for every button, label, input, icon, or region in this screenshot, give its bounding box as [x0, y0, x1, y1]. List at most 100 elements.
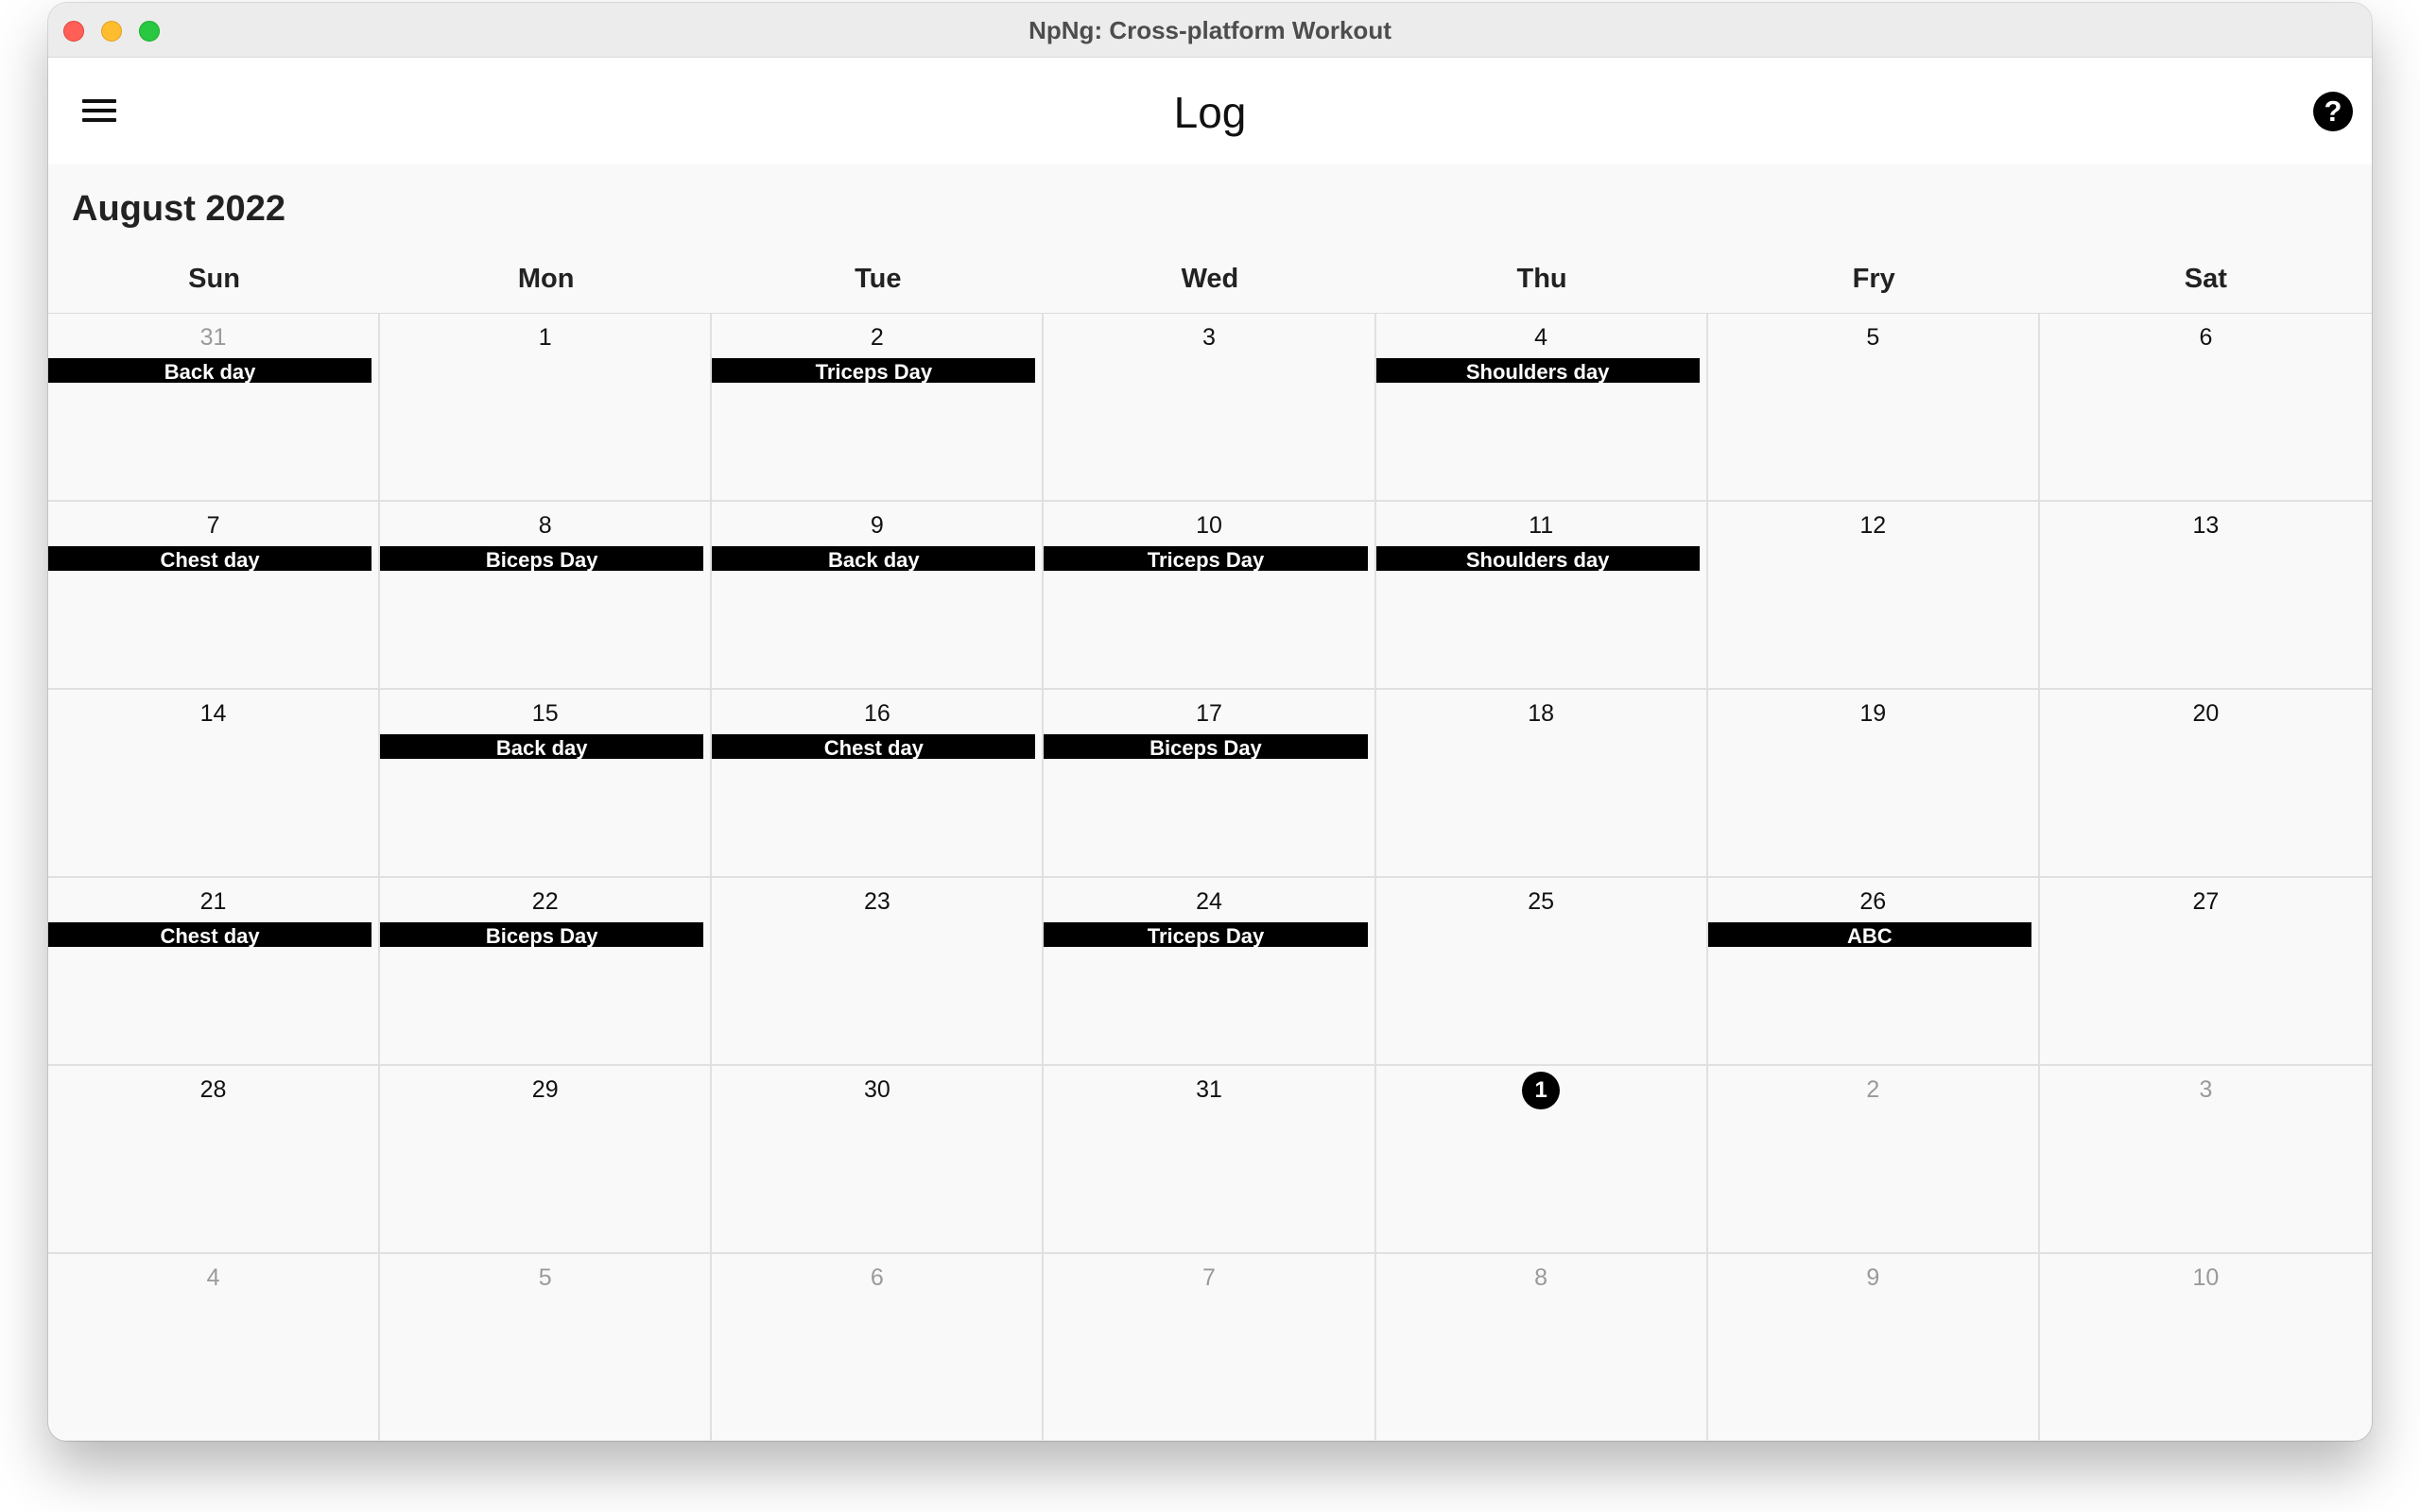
workout-event[interactable]: Biceps Day — [380, 546, 704, 571]
calendar-day-cell[interactable]: 21 Chest day — [48, 878, 381, 1066]
day-number: 6 — [870, 1264, 884, 1291]
calendar-day-cell[interactable]: 14 — [48, 690, 381, 878]
calendar-day-cell[interactable]: 26 ABC — [1707, 878, 2040, 1066]
day-number: 27 — [2192, 888, 2220, 915]
calendar-day-cell[interactable]: 10 Triceps Day — [1044, 502, 1376, 690]
calendar-day-cell[interactable]: 15 Back day — [380, 690, 713, 878]
calendar-day-cell[interactable]: 5 — [1707, 314, 2040, 502]
calendar-day-cell[interactable]: 1 — [380, 314, 713, 502]
day-number: 11 — [1529, 512, 1554, 539]
calendar-day-cell[interactable]: 13 — [2039, 502, 2372, 690]
page-title: Log — [1173, 88, 1247, 137]
hamburger-menu-icon[interactable] — [82, 94, 120, 128]
day-number: 31 — [1196, 1076, 1222, 1103]
calendar-day-cell[interactable]: 9 — [1707, 1254, 2040, 1441]
calendar-day-cell[interactable]: 18 — [1375, 690, 1708, 878]
workout-event[interactable]: Shoulders day — [1375, 358, 1700, 383]
day-number: 2 — [1866, 1076, 1880, 1103]
workout-event[interactable]: Triceps Day — [712, 358, 1036, 383]
weekday-label: Fry — [1852, 264, 1895, 294]
calendar-day-cell[interactable]: 9 Back day — [712, 502, 1045, 690]
day-number: 24 — [1196, 888, 1222, 915]
calendar-day-cell[interactable]: 6 — [2039, 314, 2372, 502]
day-number: 23 — [863, 888, 890, 915]
calendar-day-cell[interactable]: 28 — [48, 1066, 381, 1254]
day-number: 25 — [1528, 888, 1555, 915]
day-number: 10 — [1196, 512, 1222, 539]
calendar-day-cell[interactable]: 12 — [1707, 502, 2040, 690]
weekday-label: Thu — [1516, 264, 1567, 294]
workout-event[interactable]: Biceps Day — [1044, 734, 1368, 759]
calendar-day-cell[interactable]: 22 Biceps Day — [380, 878, 713, 1066]
calendar-day-cell[interactable]: 4 Shoulders day — [1375, 314, 1708, 502]
workout-event[interactable]: Triceps Day — [1044, 546, 1368, 571]
day-number: 8 — [1534, 1264, 1548, 1291]
calendar-day-cell[interactable]: 2 — [1707, 1066, 2040, 1254]
calendar-day-cell[interactable]: 8 Biceps Day — [380, 502, 713, 690]
weekday-label: Sat — [2184, 264, 2227, 294]
workout-event[interactable]: Chest day — [712, 734, 1036, 759]
weekday-header: Sun Mon Tue Wed Thu Fry Sat — [48, 258, 2372, 315]
app-window: NpNg: Cross-platform Workout Log ? Augus… — [48, 3, 2372, 1441]
calendar-day-cell[interactable]: 11 Shoulders day — [1375, 502, 1708, 690]
calendar-day-cell[interactable]: 20 — [2039, 690, 2372, 878]
day-number: 30 — [863, 1076, 890, 1103]
weekday-label: Tue — [855, 264, 902, 294]
day-number: 6 — [2199, 324, 2213, 351]
calendar-day-cell[interactable]: 7 Chest day — [48, 502, 381, 690]
calendar-day-cell[interactable]: 3 — [2039, 1066, 2372, 1254]
day-number: 9 — [870, 512, 884, 539]
day-number: 9 — [1866, 1264, 1880, 1291]
calendar-day-cell[interactable]: 5 — [380, 1254, 713, 1441]
calendar-day-cell[interactable]: 31 — [1044, 1066, 1376, 1254]
calendar-day-cell[interactable]: 17 Biceps Day — [1044, 690, 1376, 878]
calendar-day-cell[interactable]: 10 — [2039, 1254, 2372, 1441]
question-mark-icon[interactable]: ? — [2313, 92, 2353, 131]
calendar-day-cell[interactable]: 2 Triceps Day — [712, 314, 1045, 502]
calendar-day-cell[interactable]: 19 — [1707, 690, 2040, 878]
calendar-day-cell[interactable]: 29 — [380, 1066, 713, 1254]
calendar-day-cell[interactable]: 27 — [2039, 878, 2372, 1066]
calendar-day-cell[interactable]: 3 — [1044, 314, 1376, 502]
calendar-day-cell[interactable]: 24 Triceps Day — [1044, 878, 1376, 1066]
day-number: 15 — [531, 700, 559, 727]
day-number: 13 — [2192, 512, 2220, 539]
workout-event[interactable]: Back day — [712, 546, 1036, 571]
calendar-grid: 31 Back day 1 2 Triceps Day 3 4 Shoulders day 5 6… — [48, 313, 2372, 1441]
calendar-day-cell[interactable]: 7 — [1044, 1254, 1376, 1441]
calendar-day-cell[interactable]: 30 — [712, 1066, 1045, 1254]
day-number: 8 — [538, 512, 552, 539]
calendar-day-cell[interactable]: 1 — [1375, 1066, 1708, 1254]
calendar-day-cell[interactable]: 4 — [48, 1254, 381, 1441]
day-number: 28 — [199, 1076, 227, 1103]
day-number: 3 — [1202, 324, 1216, 351]
day-number: 4 — [1534, 324, 1548, 351]
day-number: 12 — [1859, 512, 1887, 539]
calendar-day-cell[interactable]: 6 — [712, 1254, 1045, 1441]
day-number: 31 — [199, 324, 227, 351]
workout-event[interactable]: Back day — [380, 734, 704, 759]
day-number: 10 — [2192, 1264, 2220, 1291]
calendar-day-cell[interactable]: 31 Back day — [48, 314, 381, 502]
workout-event[interactable]: Chest day — [48, 546, 372, 571]
workout-event[interactable]: Chest day — [48, 922, 372, 947]
day-number: 1 — [538, 324, 552, 351]
calendar-day-cell[interactable]: 16 Chest day — [712, 690, 1045, 878]
workout-event[interactable]: Triceps Day — [1044, 922, 1368, 947]
day-number: 7 — [206, 512, 220, 539]
workout-event[interactable]: Back day — [48, 358, 372, 383]
calendar-day-cell[interactable]: 8 — [1375, 1254, 1708, 1441]
day-number: 3 — [2199, 1076, 2213, 1103]
day-number: 22 — [531, 888, 559, 915]
weekday-label: Sun — [188, 264, 240, 294]
month-label: August 2022 — [72, 189, 285, 229]
calendar-day-cell[interactable]: 25 — [1375, 878, 1708, 1066]
app-bar: Log ? — [48, 58, 2372, 164]
workout-event[interactable]: ABC — [1707, 922, 2031, 947]
calendar-day-cell[interactable]: 23 — [712, 878, 1045, 1066]
day-number: 26 — [1859, 888, 1887, 915]
day-number: 16 — [863, 700, 890, 727]
workout-event[interactable]: Biceps Day — [380, 922, 704, 947]
day-number: 20 — [2192, 700, 2220, 727]
workout-event[interactable]: Shoulders day — [1375, 546, 1700, 571]
